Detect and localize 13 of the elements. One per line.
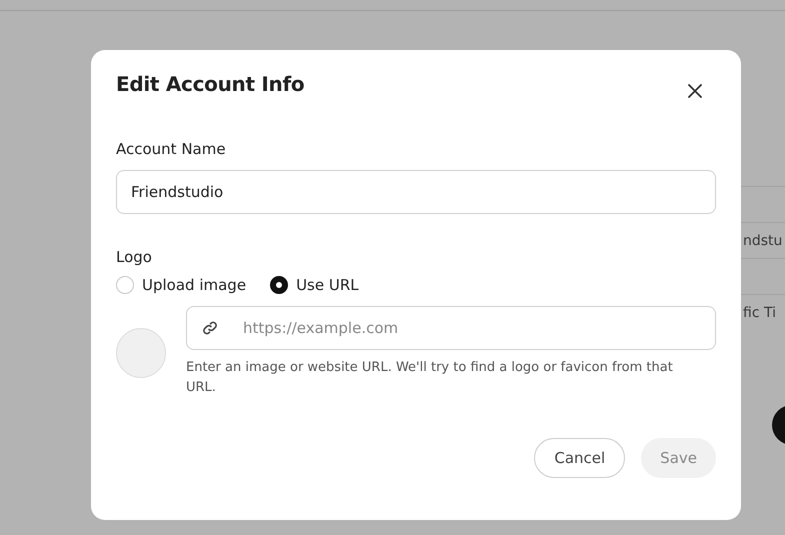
account-name-input[interactable]: Friendstudio: [116, 170, 716, 214]
dialog-title: Edit Account Info: [116, 72, 304, 96]
field-label: Logo: [116, 248, 153, 266]
background-field-text: fic Ti: [743, 304, 776, 320]
logo-preview-circle: [116, 328, 166, 378]
link-icon: [202, 320, 218, 336]
radio-option[interactable]: Upload image: [116, 276, 246, 294]
url-input[interactable]: https://example.com: [186, 306, 716, 350]
help-text: Enter an image or website URL. We'll try to find a logo or favicon from that URL.: [186, 359, 674, 397]
field-label: Account Name: [116, 140, 227, 158]
radio-option[interactable]: Use URL: [270, 276, 359, 294]
background-field-text: ndstu: [743, 232, 782, 248]
cancel-button[interactable]: Cancel: [534, 438, 626, 478]
